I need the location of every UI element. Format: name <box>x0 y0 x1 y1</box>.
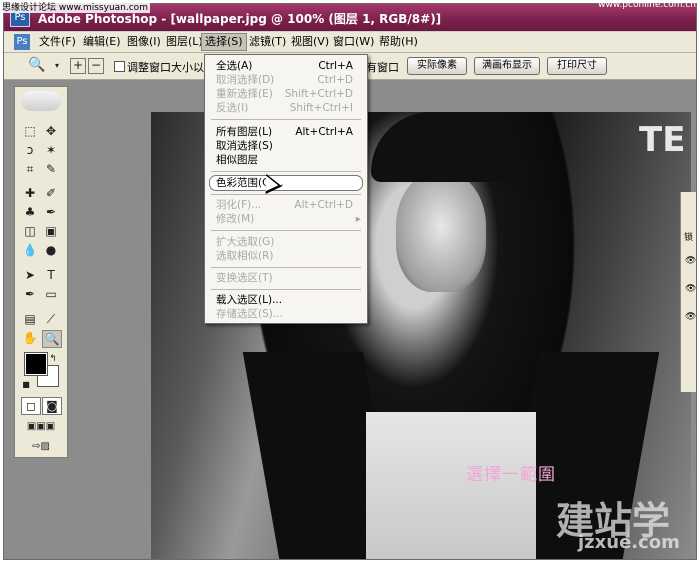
forum-watermark: 思缘设计论坛 www.missyuan.com <box>0 0 150 13</box>
zoom-in-icon[interactable]: + <box>70 58 86 74</box>
menu-item-grow[interactable]: 扩大选取(G) <box>205 235 367 249</box>
screen-mode-icon[interactable]: ▣▣▣ <box>21 419 61 435</box>
submenu-arrow-icon: ▸ <box>355 213 361 225</box>
swap-colors-icon[interactable]: ↰ <box>48 351 58 367</box>
magic-wand-tool-icon[interactable]: ✶ <box>42 142 60 158</box>
eraser-tool-icon[interactable]: ◫ <box>21 223 39 239</box>
menu-item-similar-layers[interactable]: 相似图层 <box>205 153 367 167</box>
menu-file[interactable]: 文件(F) <box>36 34 79 50</box>
site-url-watermark: jzxue.com <box>578 532 680 553</box>
marquee-tool-icon[interactable]: ⬚ <box>21 123 39 139</box>
default-colors-icon[interactable]: ■ <box>21 377 31 393</box>
menu-item-all-layers[interactable]: 所有图层(L) Alt+Ctrl+A <box>205 125 367 139</box>
toolbox: ⬚ ✥ ↄ ✶ ⌗ ✎ ✚ ✐ ♣ ✒ ◫ ▣ 💧 ● ➤ T ✒ ▭ ▤ ⟋ … <box>14 86 68 458</box>
gradient-tool-icon[interactable]: ▣ <box>42 223 60 239</box>
photoshop-window: Ps Adobe Photoshop - [wallpaper.jpg @ 10… <box>3 3 697 560</box>
menu-item-load-selection[interactable]: 载入选区(L)... <box>205 293 367 307</box>
tool-preset-arrow-icon[interactable]: ▾ <box>48 58 66 74</box>
eyedropper-tool-icon[interactable]: ⟋ <box>42 311 60 327</box>
menu-item-similar[interactable]: 选取相似(R) <box>205 249 367 263</box>
hand-tool-icon[interactable]: ✋ <box>21 330 39 346</box>
shape-tool-icon[interactable]: ▭ <box>42 286 60 302</box>
menu-view[interactable]: 视图(V) <box>288 34 332 50</box>
site-watermark: www.pconline.com.cn <box>598 0 696 10</box>
clone-stamp-tool-icon[interactable]: ♣ <box>21 204 39 220</box>
menu-item-transform-selection[interactable]: 变换选区(T) <box>205 271 367 285</box>
fit-screen-button[interactable]: 满画布显示 <box>474 57 540 75</box>
menu-separator <box>211 119 361 120</box>
ps-logo-icon[interactable]: Ps <box>14 34 30 50</box>
photo-shirt <box>366 412 536 559</box>
quick-mask-mode-icon[interactable]: ◙ <box>42 397 62 415</box>
menu-help[interactable]: 帮助(H) <box>376 34 421 50</box>
pen-tool-icon[interactable]: ✒ <box>21 286 39 302</box>
eye-icon[interactable]: 👁 <box>685 312 696 322</box>
layers-panel-edge[interactable]: 锁 👁 👁 👁 <box>680 192 696 392</box>
jump-to-imageready-icon[interactable]: ⇨▨ <box>21 439 61 455</box>
brush-tool-icon[interactable]: ✐ <box>42 185 60 201</box>
all-windows-label: 有窗口 <box>366 61 399 74</box>
photo-face <box>396 172 486 292</box>
photo-caption: 選擇一範圍 <box>466 465 556 485</box>
menu-item-reselect[interactable]: 重新选择(E) Shift+Ctrl+D <box>205 87 367 101</box>
menu-separator <box>211 267 361 268</box>
history-brush-tool-icon[interactable]: ✒ <box>42 204 60 220</box>
menu-item-select-all[interactable]: 全选(A) Ctrl+A <box>205 59 367 73</box>
notes-tool-icon[interactable]: ▤ <box>21 311 39 327</box>
foreground-color-swatch[interactable] <box>24 352 48 376</box>
dodge-tool-icon[interactable]: ● <box>42 242 60 258</box>
menu-item-deselect[interactable]: 取消选择(D) Ctrl+D <box>205 73 367 87</box>
healing-brush-tool-icon[interactable]: ✚ <box>21 185 39 201</box>
menu-window[interactable]: 窗口(W) <box>330 34 377 50</box>
resize-window-checkbox[interactable] <box>114 61 125 72</box>
menu-item-feather[interactable]: 羽化(F)... Alt+Ctrl+D <box>205 198 367 212</box>
select-menu-dropdown: 全选(A) Ctrl+A 取消选择(D) Ctrl+D 重新选择(E) Shift+C… <box>204 54 368 324</box>
print-size-button[interactable]: 打印尺寸 <box>547 57 607 75</box>
menu-item-color-range[interactable]: 色彩范围(C)... <box>205 175 367 191</box>
standard-mode-icon[interactable]: ◻ <box>21 397 41 415</box>
zoom-tool-icon[interactable]: 🔍 <box>28 57 46 73</box>
feather-logo-icon <box>21 91 61 111</box>
zoom-out-icon[interactable]: − <box>88 58 104 74</box>
menu-item-modify[interactable]: 修改(M) ▸ <box>205 212 367 226</box>
menu-item-inverse[interactable]: 反选(I) Shift+Ctrl+I <box>205 101 367 115</box>
menu-item-save-selection[interactable]: 存储选区(S)... <box>205 307 367 321</box>
move-tool-icon[interactable]: ✥ <box>42 123 60 139</box>
menu-filter[interactable]: 滤镜(T) <box>246 34 289 50</box>
menu-bar: Ps 文件(F) 编辑(E) 图像(I) 图层(L) 选择(S) 滤镜(T) 视… <box>4 32 696 53</box>
crop-tool-icon[interactable]: ⌗ <box>21 161 39 177</box>
menu-separator <box>211 171 361 172</box>
eye-icon[interactable]: 👁 <box>685 284 696 294</box>
type-tool-icon[interactable]: T <box>42 267 60 283</box>
menu-separator <box>211 230 361 231</box>
lasso-tool-icon[interactable]: ↄ <box>21 142 39 158</box>
blur-tool-icon[interactable]: 💧 <box>21 242 39 258</box>
menu-select[interactable]: 选择(S) <box>201 33 247 51</box>
resize-window-label: 调整窗口大小以 <box>127 61 204 74</box>
slice-tool-icon[interactable]: ✎ <box>42 161 60 177</box>
path-selection-tool-icon[interactable]: ➤ <box>21 267 39 283</box>
canvas-text-te: TE <box>639 120 686 160</box>
menu-separator <box>211 289 361 290</box>
lock-label: 锁 <box>684 233 694 243</box>
menu-item-deselect-layers[interactable]: 取消选择(S) <box>205 139 367 153</box>
menu-image[interactable]: 图像(I) <box>124 34 164 50</box>
actual-pixels-button[interactable]: 实际像素 <box>407 57 467 75</box>
menu-layer[interactable]: 图层(L) <box>163 34 206 50</box>
zoom-tool-box-icon[interactable]: 🔍 <box>42 330 62 348</box>
menu-separator <box>211 194 361 195</box>
menu-edit[interactable]: 编辑(E) <box>80 34 124 50</box>
eye-icon[interactable]: 👁 <box>685 256 696 266</box>
